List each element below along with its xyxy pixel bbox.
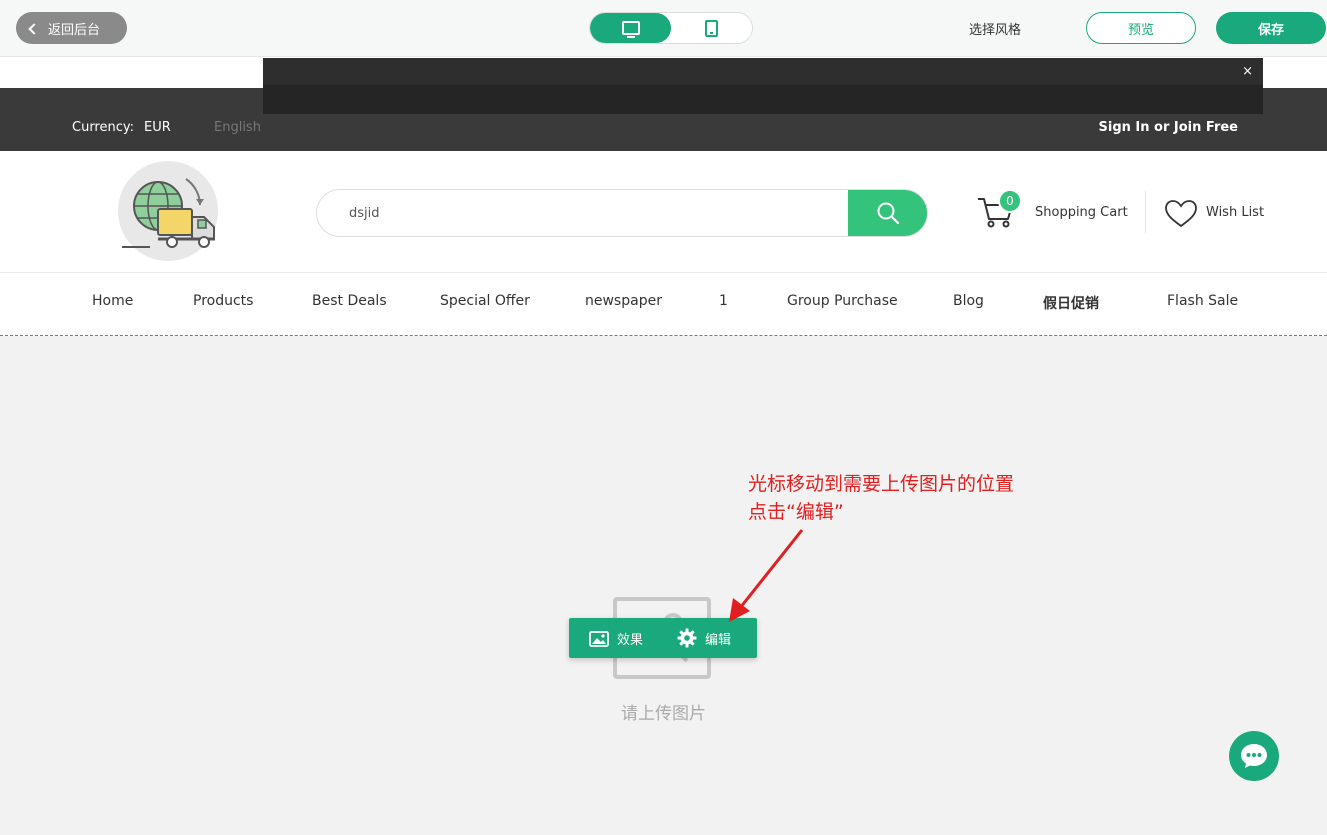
language-selector[interactable]: English [214,120,261,135]
notice-bar: × [263,58,1263,114]
currency-label: Currency: [72,120,135,135]
back-to-admin-button[interactable]: 返回后台 [16,12,127,44]
nav-item-products[interactable]: Products [193,293,253,309]
heart-icon [1165,200,1197,228]
site-logo[interactable] [118,161,218,261]
close-icon[interactable]: × [1242,65,1253,78]
effect-button[interactable]: 效果 [589,629,643,648]
instruction-annotation: 光标移动到需要上传图片的位置 点击“编辑” [748,470,1014,526]
chevron-left-icon [28,22,40,35]
site-preview: × Currency: EUR English Sign In or Join … [0,57,1327,835]
divider [1145,191,1146,233]
effect-label: 效果 [617,633,644,648]
nav-item-best-deals[interactable]: Best Deals [312,293,387,309]
nav-item-holiday-promo[interactable]: 假日促销 [1043,293,1099,313]
signin-link[interactable]: Sign In or Join Free [1099,120,1239,135]
shopping-cart-link[interactable]: 0 Shopping Cart [976,189,1128,229]
nav-item-1[interactable]: 1 [719,293,728,309]
wish-list-link[interactable]: Wish List [1164,199,1264,233]
edit-button[interactable]: 编辑 [677,628,731,648]
tablet-icon [705,19,718,37]
desktop-view-button[interactable] [590,13,671,43]
nav-item-group-purchase[interactable]: Group Purchase [787,293,898,309]
chat-bubble-icon [1241,744,1267,768]
save-button[interactable]: 保存 [1216,12,1326,44]
upload-hint: 请上传图片 [621,704,706,724]
gear-icon [677,628,697,648]
nav-item-flash-sale[interactable]: Flash Sale [1167,293,1238,309]
annotation-line-2: 点击“编辑” [748,501,844,523]
search-icon [877,202,899,225]
main-nav: Home Products Best Deals Special Offer n… [0,273,1327,336]
back-label: 返回后台 [48,22,101,38]
site-header: 0 Shopping Cart Wish List [0,151,1327,273]
desktop-icon [621,21,640,38]
preview-button[interactable]: 预览 [1086,12,1196,44]
annotation-line-1: 光标移动到需要上传图片的位置 [748,473,1015,495]
nav-item-newspaper[interactable]: newspaper [585,293,662,309]
cart-count-badge: 0 [998,189,1022,213]
image-icon [589,630,609,647]
image-upload-module[interactable]: 请上传图片 效果 编辑 [0,337,1327,835]
chat-button[interactable] [1229,731,1279,781]
image-module-toolbar: 效果 编辑 [569,618,757,658]
nav-item-blog[interactable]: Blog [953,293,984,309]
search-bar [316,189,928,237]
select-style-button[interactable]: 选择风格 [969,19,1021,38]
nav-item-special-offer[interactable]: Special Offer [440,293,530,309]
globe-truck-logo-icon [122,178,215,248]
search-input[interactable] [317,190,849,236]
currency-selector[interactable]: EUR [144,120,171,135]
edit-label: 编辑 [705,632,732,648]
search-button[interactable] [848,190,927,236]
tablet-view-button[interactable] [671,13,752,43]
device-toggle [589,12,753,44]
editor-toolbar: 返回后台 选择风格 预览 保存 [0,0,1327,57]
wish-list-label: Wish List [1206,205,1265,220]
nav-item-home[interactable]: Home [92,293,133,309]
cart-label: Shopping Cart [1035,205,1128,220]
